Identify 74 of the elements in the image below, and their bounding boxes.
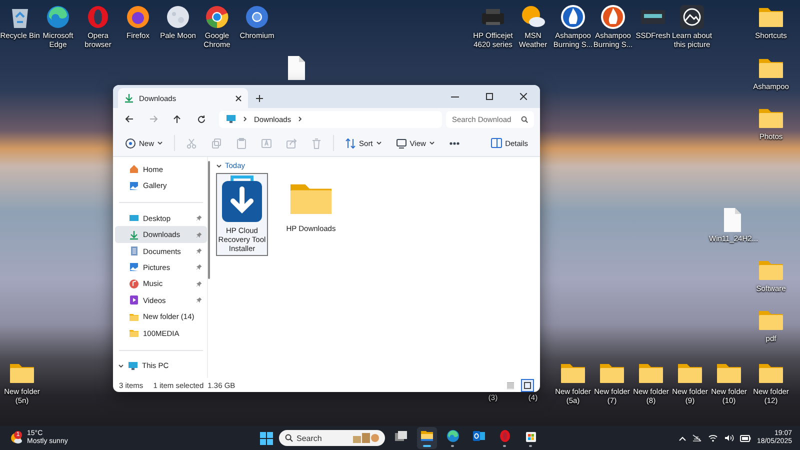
- panel-icon: [491, 138, 502, 148]
- document-icon: [129, 246, 139, 256]
- refresh-icon[interactable]: [196, 114, 206, 124]
- clipboard-icon: [236, 138, 248, 148]
- sun-cloud-icon[interactable]: [520, 4, 546, 30]
- download-icon: [124, 93, 134, 103]
- pin-icon: [196, 280, 202, 287]
- chevron-icon: [297, 116, 304, 122]
- minimize-icon[interactable]: [451, 96, 459, 98]
- sort-icon: [345, 138, 356, 148]
- monitor-icon: [128, 360, 138, 371]
- dropdown-caret-icon: [376, 140, 382, 146]
- windows-start-icon[interactable]: [260, 432, 272, 444]
- flame-icon[interactable]: [600, 4, 626, 30]
- desktop-icon: [129, 213, 139, 224]
- mail-icon: [472, 429, 486, 443]
- maximize-icon[interactable]: [486, 93, 492, 100]
- picture-icon: [129, 180, 139, 191]
- browser-icon[interactable]: [45, 4, 71, 30]
- speaker-icon[interactable]: [724, 434, 734, 442]
- scissors-icon: [186, 138, 198, 148]
- battery-icon[interactable]: [740, 434, 751, 442]
- view-toggle[interactable]: [521, 378, 534, 392]
- wifi-icon[interactable]: [708, 434, 718, 442]
- dropdown-caret-icon: [157, 140, 164, 146]
- picture-icon: [129, 262, 139, 272]
- share-icon: [286, 138, 298, 148]
- chevron-up-icon[interactable]: [678, 436, 686, 440]
- search-highlight-drawing: [352, 433, 378, 443]
- list-icon: [507, 382, 514, 388]
- collapse-chevron-icon: [216, 162, 222, 168]
- folder-icon: [129, 312, 139, 322]
- network-off-icon[interactable]: [692, 434, 702, 442]
- folder-icon: [129, 328, 139, 338]
- pin-icon: [196, 248, 202, 254]
- moon-icon[interactable]: [165, 4, 191, 30]
- taskbar-search-field[interactable]: Search: [278, 430, 384, 446]
- trash-icon: [311, 138, 322, 148]
- windows-stack-icon: [394, 429, 408, 443]
- back-arrow-icon[interactable]: [124, 115, 134, 123]
- pin-icon: [196, 297, 202, 304]
- pin-icon: [196, 215, 202, 222]
- new-tab-icon[interactable]: [256, 95, 263, 102]
- plus-circle-icon: [125, 138, 136, 148]
- monitor-icon: [396, 138, 407, 148]
- browser-icon[interactable]: [204, 4, 230, 30]
- folder-icon: [420, 429, 434, 443]
- browser-icon: [446, 429, 460, 443]
- close-icon[interactable]: [520, 93, 526, 100]
- store-icon: [524, 429, 538, 443]
- music-icon: [129, 278, 139, 289]
- dropdown-caret-icon: [428, 140, 435, 146]
- expand-chevron-icon: [118, 362, 124, 369]
- search-icon: [284, 434, 292, 442]
- picture-icon[interactable]: [679, 4, 705, 30]
- download-icon: [129, 230, 139, 240]
- copy-icon: [211, 138, 222, 148]
- taskbar-app-button[interactable]: [416, 427, 436, 449]
- browser-icon[interactable]: [125, 4, 151, 30]
- pin-icon: [196, 232, 202, 238]
- monitor-icon: [226, 114, 236, 124]
- up-arrow-icon[interactable]: [173, 114, 181, 124]
- tile-icon: [524, 382, 531, 388]
- rename-icon: [261, 138, 272, 148]
- video-icon: [129, 295, 139, 306]
- chevron-icon: [242, 116, 248, 122]
- pin-icon: [196, 264, 202, 270]
- house-icon: [129, 164, 139, 174]
- browser-icon[interactable]: [244, 4, 270, 30]
- search-icon: [521, 116, 528, 122]
- installer-icon: [220, 175, 264, 223]
- browser-icon: [498, 429, 512, 443]
- flame-icon[interactable]: [560, 4, 586, 30]
- close-tab-icon[interactable]: [235, 94, 242, 102]
